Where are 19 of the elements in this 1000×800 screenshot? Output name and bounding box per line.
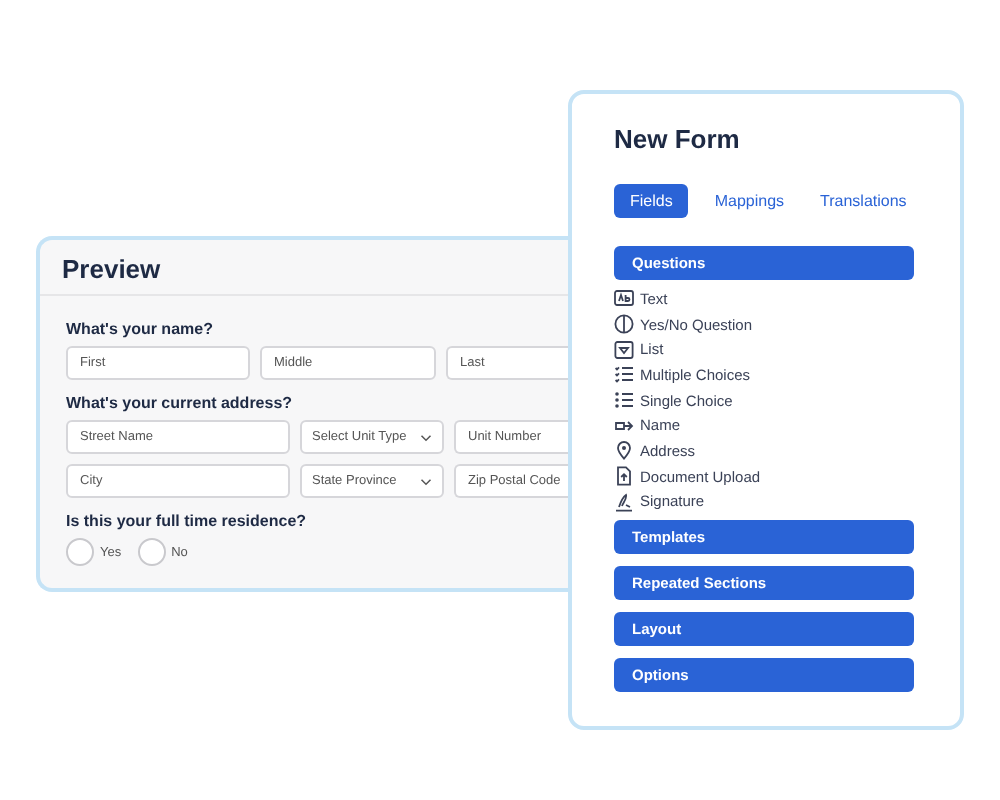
radio-button[interactable] — [66, 538, 94, 566]
radio-button[interactable] — [137, 538, 166, 566]
tab[interactable]: Mappings — [704, 184, 795, 218]
question-label: What's your name? — [66, 320, 213, 338]
file-upload-icon — [614, 466, 634, 487]
tab[interactable]: Fields — [614, 184, 689, 218]
checklist-icon — [614, 364, 634, 385]
question-label: What's your current address? — [66, 394, 293, 412]
panel-title: New Form — [614, 124, 742, 154]
chevron-down-icon — [420, 433, 432, 441]
text-field-icon — [614, 288, 634, 309]
panel-title: Preview — [40, 240, 568, 296]
list-icon — [614, 390, 634, 411]
chevron-down-icon — [420, 477, 432, 485]
question-label: Is this your full time residence? — [66, 512, 307, 530]
tab[interactable]: Translations — [810, 184, 917, 218]
location-pin-icon — [614, 440, 634, 461]
signature-icon — [614, 491, 634, 512]
dropdown-icon — [614, 339, 634, 360]
